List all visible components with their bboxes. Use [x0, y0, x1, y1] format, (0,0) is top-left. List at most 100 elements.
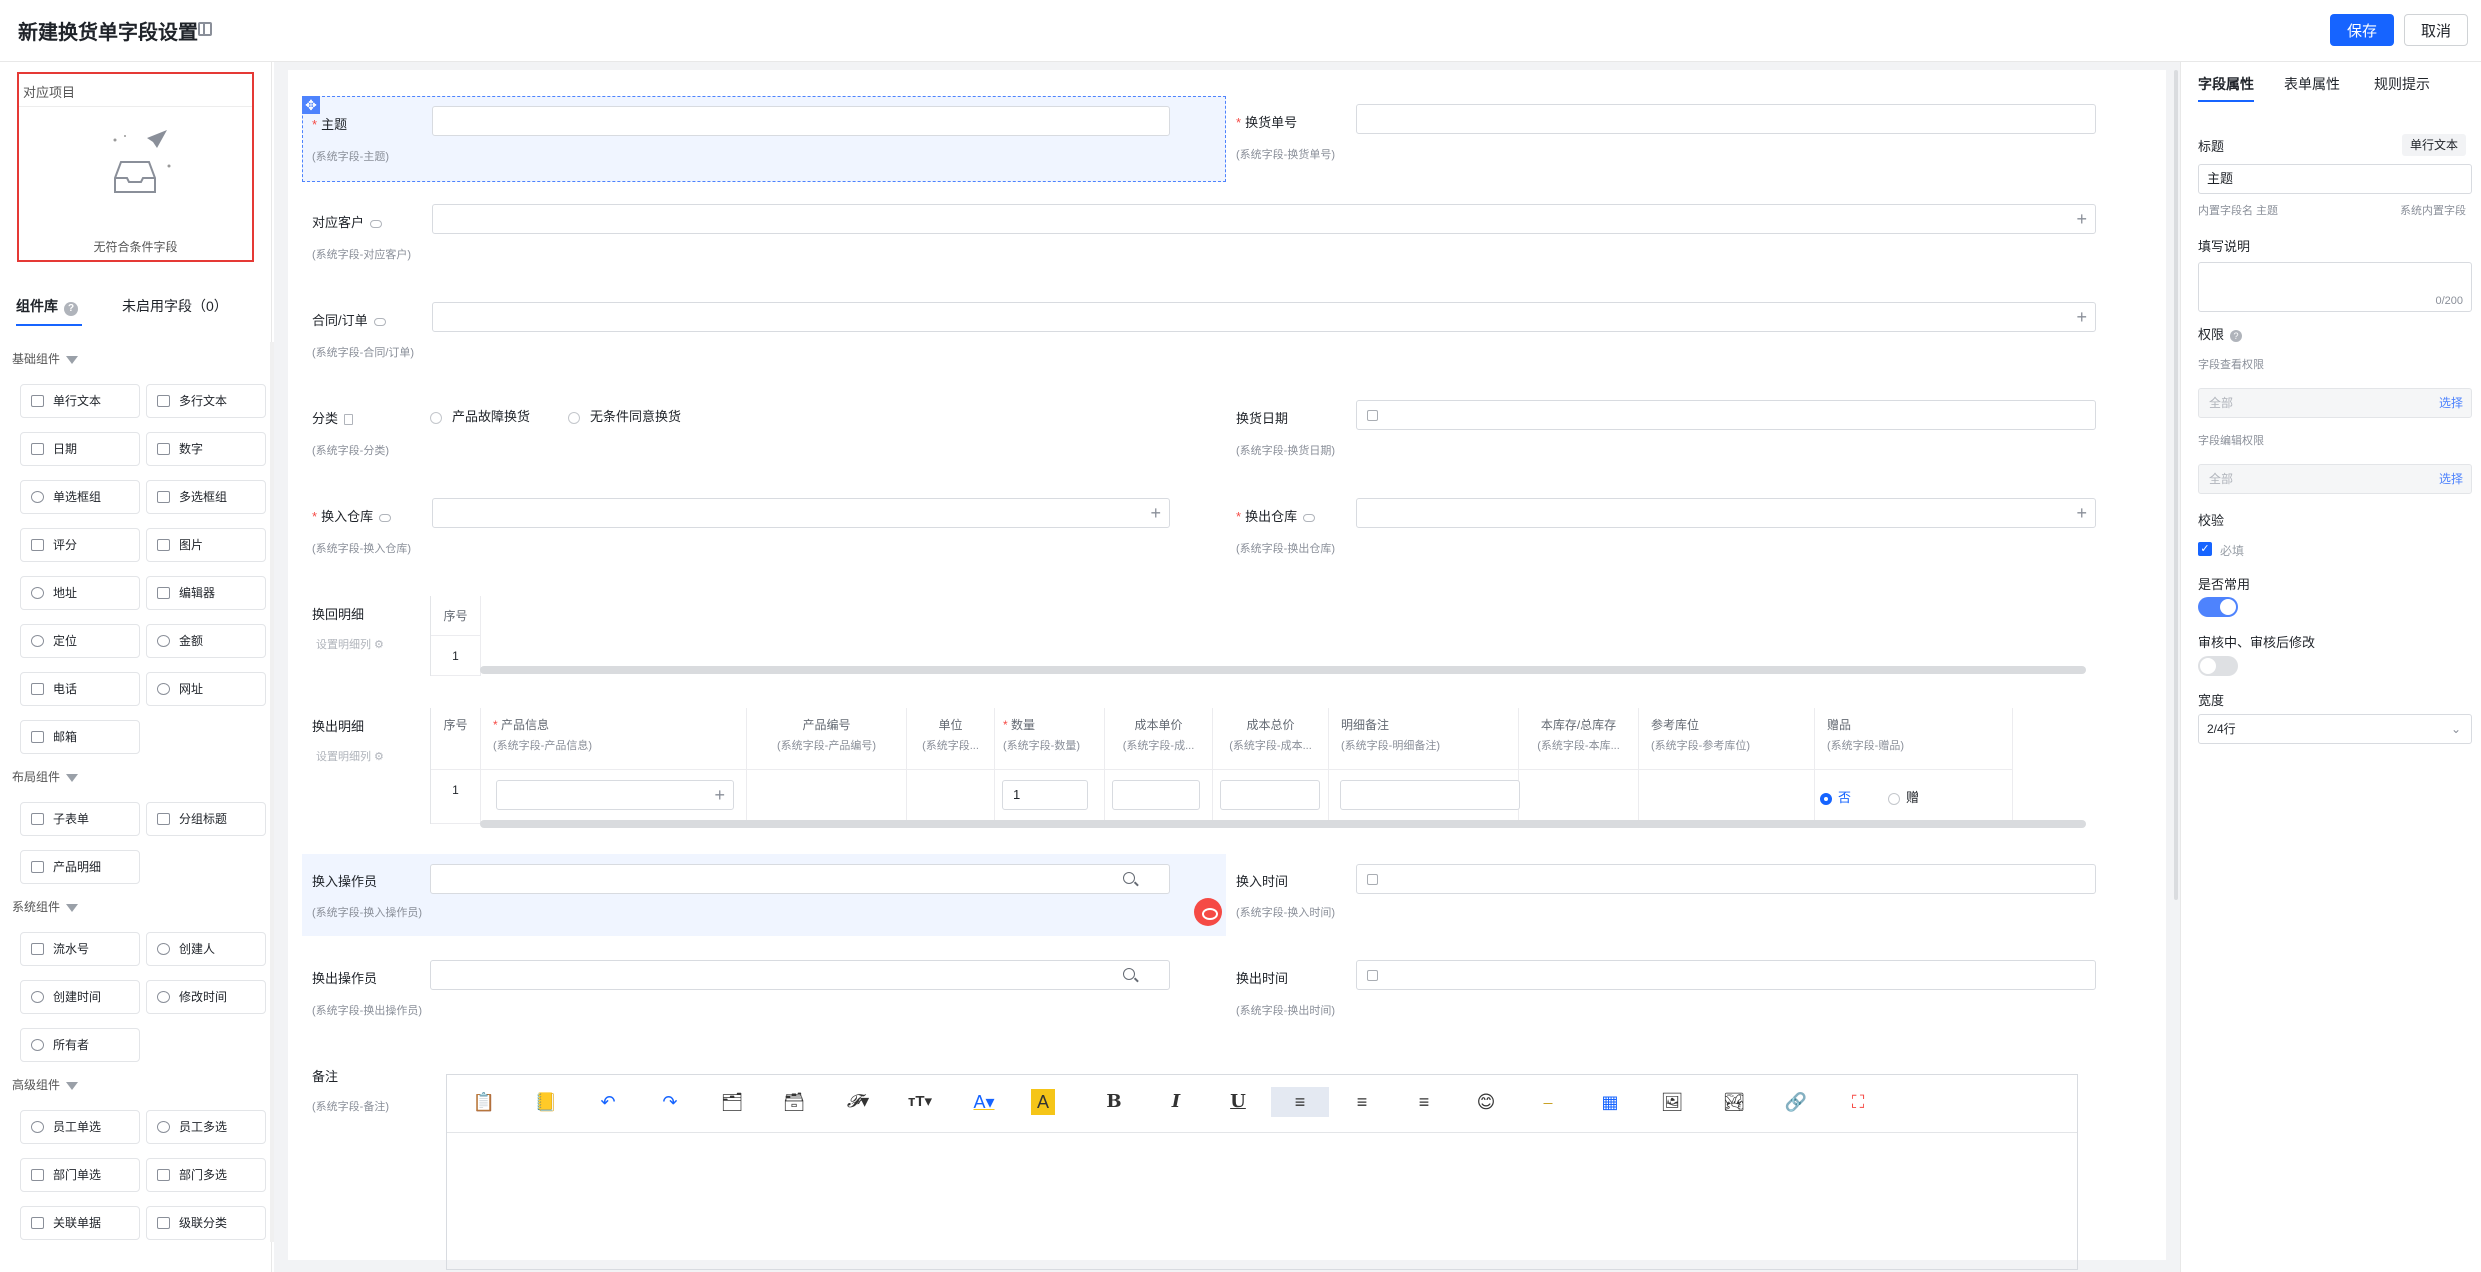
- subject-input[interactable]: [432, 106, 1170, 136]
- insert-image-icon[interactable]: 🖼: [1657, 1087, 1687, 1117]
- comp-subform[interactable]: 子表单: [20, 802, 140, 836]
- comp-group-title[interactable]: 分组标题: [146, 802, 266, 836]
- description-textarea[interactable]: 0/200: [2198, 262, 2472, 312]
- in-time-input[interactable]: [1356, 864, 2096, 894]
- required-checkbox[interactable]: ✓: [2198, 542, 2212, 556]
- comp-rating[interactable]: 评分: [20, 528, 140, 562]
- quantity-input[interactable]: 1: [1002, 780, 1088, 810]
- edit-permission-select[interactable]: 全部 选择: [2198, 464, 2472, 494]
- layout-icon[interactable]: [198, 22, 212, 36]
- comp-editor[interactable]: 编辑器: [146, 576, 266, 610]
- bold-icon[interactable]: B: [1099, 1087, 1129, 1117]
- comp-address[interactable]: 地址: [20, 576, 140, 610]
- exchange-date-input[interactable]: [1356, 400, 2096, 430]
- comp-dept-single[interactable]: 部门单选: [20, 1158, 140, 1192]
- in-operator-input[interactable]: [430, 864, 1170, 894]
- link-icon[interactable]: 🔗: [1781, 1087, 1811, 1117]
- tab-field-properties[interactable]: 字段属性: [2198, 74, 2254, 94]
- comp-phone[interactable]: 电话: [20, 672, 140, 706]
- horizontal-rule-icon[interactable]: ⎯: [1533, 1087, 1563, 1117]
- highlight-icon[interactable]: A: [1031, 1089, 1055, 1115]
- eye-icon[interactable]: [1194, 898, 1222, 926]
- clear-format-icon[interactable]: 🗃: [779, 1087, 809, 1117]
- image-icon[interactable]: 🏞: [1719, 1087, 1749, 1117]
- comp-create-time[interactable]: 创建时间: [20, 980, 140, 1014]
- customer-input[interactable]: +: [432, 204, 2096, 234]
- return-detail-scrollbar[interactable]: [480, 666, 2086, 674]
- group-advanced[interactable]: 高级组件: [12, 1076, 79, 1093]
- exchange-no-input[interactable]: [1356, 104, 2096, 134]
- view-permission-select[interactable]: 全部 选择: [2198, 388, 2472, 418]
- align-right-icon[interactable]: ≡: [1409, 1087, 1439, 1117]
- out-operator-input[interactable]: [430, 960, 1170, 990]
- category-radio-1[interactable]: 产品故障换货: [430, 406, 530, 425]
- font-size-icon[interactable]: ᴛT▾: [905, 1087, 935, 1117]
- product-info-input[interactable]: +: [496, 780, 734, 810]
- cost-price-input[interactable]: [1112, 780, 1200, 810]
- undo-icon[interactable]: ↶: [593, 1087, 623, 1117]
- comp-checkbox[interactable]: 多选框组: [146, 480, 266, 514]
- canvas-scroll-thumb[interactable]: [2174, 70, 2178, 900]
- comp-owner[interactable]: 所有者: [20, 1028, 140, 1062]
- common-toggle[interactable]: [2198, 597, 2238, 617]
- detail-remark-input[interactable]: [1340, 780, 1520, 810]
- category-radio-2[interactable]: 无条件同意换货: [568, 406, 681, 425]
- save-button[interactable]: 保存: [2330, 14, 2394, 46]
- in-warehouse-input[interactable]: +: [432, 498, 1170, 528]
- emoji-icon[interactable]: 😊: [1471, 1087, 1501, 1117]
- comp-number[interactable]: 数字: [146, 432, 266, 466]
- help-icon[interactable]: ?: [64, 302, 78, 316]
- cost-total-input[interactable]: [1220, 780, 1320, 810]
- title-input[interactable]: 主题: [2198, 164, 2472, 194]
- underline-icon[interactable]: U: [1223, 1087, 1253, 1117]
- comp-dept-multi[interactable]: 部门多选: [146, 1158, 266, 1192]
- comp-date[interactable]: 日期: [20, 432, 140, 466]
- comp-product-detail[interactable]: 产品明细: [20, 850, 140, 884]
- paste-text-icon[interactable]: 📋: [469, 1087, 499, 1117]
- tab-disabled-fields[interactable]: 未启用字段（0）: [122, 296, 228, 316]
- drag-handle-icon[interactable]: ✥: [302, 96, 320, 114]
- copy-format-icon[interactable]: 🗂: [717, 1087, 747, 1117]
- redo-icon[interactable]: ↷: [655, 1087, 685, 1117]
- comp-website[interactable]: 网址: [146, 672, 266, 706]
- rich-text-editor[interactable]: 📋 📒 ↶ ↷ 🗂 🗃 𝓕▾ ᴛT▾ A▾ A B I U ≡ ≡ ≡ 😊 ⎯ …: [446, 1074, 2078, 1270]
- comp-serial[interactable]: 流水号: [20, 932, 140, 966]
- italic-icon[interactable]: I: [1161, 1087, 1191, 1117]
- fullscreen-icon[interactable]: ⛶: [1843, 1087, 1873, 1117]
- group-system[interactable]: 系统组件: [12, 898, 79, 915]
- comp-cascade[interactable]: 级联分类: [146, 1206, 266, 1240]
- audit-edit-toggle[interactable]: [2198, 656, 2238, 676]
- out-warehouse-input[interactable]: +: [1356, 498, 2096, 528]
- width-select[interactable]: 2/4行 ⌄: [2198, 714, 2472, 744]
- group-basic[interactable]: 基础组件: [12, 350, 79, 367]
- comp-email[interactable]: 邮箱: [20, 720, 140, 754]
- comp-radio[interactable]: 单选框组: [20, 480, 140, 514]
- out-detail-scrollbar[interactable]: [480, 820, 2086, 828]
- cancel-button[interactable]: 取消: [2404, 14, 2468, 46]
- gift-radio-no[interactable]: 否: [1820, 787, 1851, 806]
- font-color-icon[interactable]: A▾: [969, 1087, 999, 1117]
- comp-location[interactable]: 定位: [20, 624, 140, 658]
- paste-word-icon[interactable]: 📒: [531, 1087, 561, 1117]
- out-time-input[interactable]: [1356, 960, 2096, 990]
- tab-form-properties[interactable]: 表单属性: [2284, 74, 2340, 94]
- comp-related-doc[interactable]: 关联单据: [20, 1206, 140, 1240]
- comp-employee-single[interactable]: 员工单选: [20, 1110, 140, 1144]
- contract-input[interactable]: +: [432, 302, 2096, 332]
- gift-radio-yes[interactable]: 赠: [1888, 787, 1919, 806]
- comp-employee-multi[interactable]: 员工多选: [146, 1110, 266, 1144]
- table-icon[interactable]: ▦: [1595, 1087, 1625, 1117]
- comp-amount[interactable]: 金额: [146, 624, 266, 658]
- comp-creator[interactable]: 创建人: [146, 932, 266, 966]
- return-detail-setting[interactable]: 设置明细列 ⚙: [316, 636, 384, 652]
- font-family-icon[interactable]: 𝓕▾: [843, 1087, 873, 1117]
- tab-rule-tips[interactable]: 规则提示: [2374, 74, 2430, 94]
- comp-modify-time[interactable]: 修改时间: [146, 980, 266, 1014]
- out-detail-setting[interactable]: 设置明细列 ⚙: [316, 748, 384, 764]
- align-center-icon[interactable]: ≡: [1347, 1087, 1377, 1117]
- tab-component-library[interactable]: 组件库?: [16, 296, 78, 316]
- comp-multi-text[interactable]: 多行文本: [146, 384, 266, 418]
- comp-image[interactable]: 图片: [146, 528, 266, 562]
- group-layout[interactable]: 布局组件: [12, 768, 79, 785]
- comp-single-text[interactable]: 单行文本: [20, 384, 140, 418]
